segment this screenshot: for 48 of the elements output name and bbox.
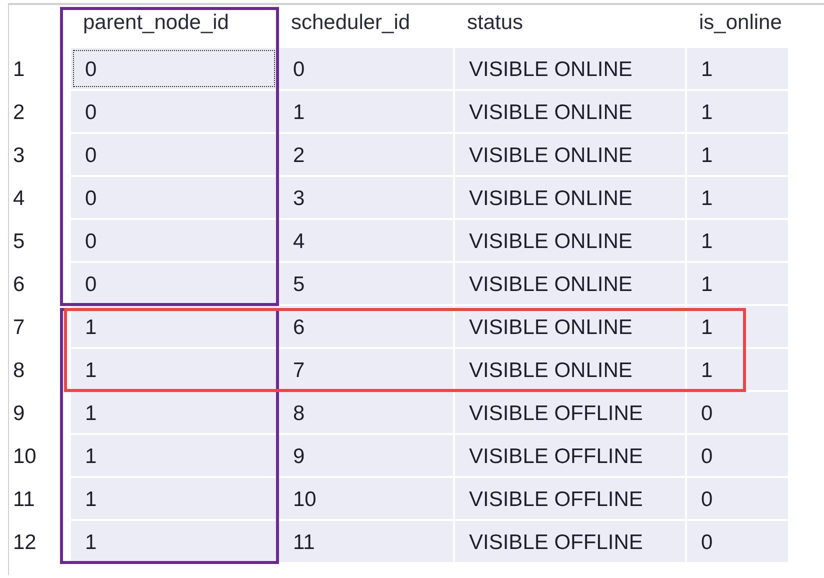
table-cell: VISIBLE ONLINE [455, 306, 685, 347]
table-cell: VISIBLE ONLINE [455, 220, 685, 261]
table-cell: 3 [279, 177, 453, 218]
table-cell: VISIBLE ONLINE [455, 91, 685, 132]
table-cell: 1 [687, 91, 788, 132]
table-cell: 9 [279, 435, 453, 476]
table-cell: 0 [687, 435, 788, 476]
table-cell: 8 [279, 392, 453, 433]
table-cell: 0 [71, 177, 277, 218]
table-cell: 1 [71, 478, 277, 519]
table-cell: 10 [279, 478, 453, 519]
table-cell: 0 [71, 48, 277, 89]
table-cell: 0 [71, 91, 277, 132]
table-cell: 1 [71, 392, 277, 433]
table-cell: 0 [71, 134, 277, 175]
table-cell: 1 [687, 48, 788, 89]
table-cell: 1 [687, 263, 788, 304]
table-cell: 1 [687, 220, 788, 261]
table-cell: VISIBLE ONLINE [455, 134, 685, 175]
table-cell: 1 [71, 306, 277, 347]
table-cell: 0 [687, 392, 788, 433]
table-cell: 1 [687, 306, 788, 347]
table-cell: 0 [279, 48, 453, 89]
table-cell: 0 [687, 521, 788, 562]
table-cell: 0 [71, 263, 277, 304]
table-cell: 1 [687, 349, 788, 390]
table-cell: 6 [279, 306, 453, 347]
table-cell: 1 [71, 521, 277, 562]
table-cell: 4 [279, 220, 453, 261]
table-cell: VISIBLE ONLINE [455, 48, 685, 89]
table-cell: 1 [279, 91, 453, 132]
table-cell: 5 [279, 263, 453, 304]
table-cell: 2 [279, 134, 453, 175]
table-cell: 1 [687, 134, 788, 175]
table-cell: 11 [279, 521, 453, 562]
table-cell: VISIBLE ONLINE [455, 263, 685, 304]
table-cell: 1 [687, 177, 788, 218]
table-cell: VISIBLE OFFLINE [455, 478, 685, 519]
table-cell: 0 [687, 478, 788, 519]
table-cell: VISIBLE OFFLINE [455, 435, 685, 476]
table-cell: VISIBLE ONLINE [455, 349, 685, 390]
table-cell: 7 [279, 349, 453, 390]
table-cell: VISIBLE OFFLINE [455, 521, 685, 562]
table-cell: VISIBLE OFFLINE [455, 392, 685, 433]
table-cell: VISIBLE ONLINE [455, 177, 685, 218]
table-cell: 0 [71, 220, 277, 261]
table-cell: 1 [71, 349, 277, 390]
table-cell: 1 [71, 435, 277, 476]
